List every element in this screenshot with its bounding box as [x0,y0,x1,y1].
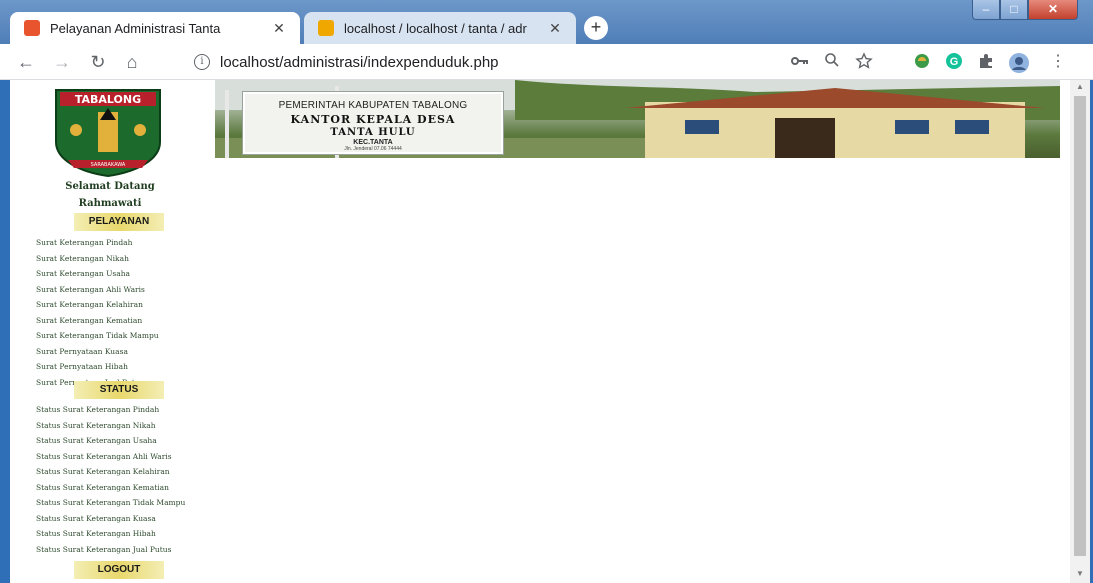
bookmark-star-icon[interactable] [854,52,874,72]
menu-link-usaha[interactable]: Surat Keterangan Usaha [36,266,159,282]
status-link-kuasa[interactable]: Status Surat Keterangan Kuasa [36,511,185,527]
phpmyadmin-favicon-icon [318,20,334,36]
menu-link-pindah[interactable]: Surat Keterangan Pindah [36,235,159,251]
tab-favicon-icon [24,20,40,36]
info-icon[interactable]: i [194,54,210,70]
sign-line-1: PEMERINTAH KABUPATEN TABALONG [278,100,468,111]
address-bar[interactable]: i localhost/administrasi/indexpenduduk.p… [182,49,742,75]
status-link-usaha[interactable]: Status Surat Keterangan Usaha [36,433,185,449]
menu-link-ahli-waris[interactable]: Surat Keterangan Ahli Waris [36,282,159,298]
new-tab-button[interactable]: + [584,16,608,40]
menu-icon[interactable]: ⋮ [1048,52,1068,72]
svg-text:SARABAKAWA: SARABAKAWA [91,162,126,168]
status-link-tidak-mampu[interactable]: Status Surat Keterangan Tidak Mampu [36,495,185,511]
status-link-kelahiran[interactable]: Status Surat Keterangan Kelahiran [36,464,185,480]
status-link-hibah[interactable]: Status Surat Keterangan Hibah [36,526,185,542]
url-text[interactable]: localhost/administrasi/indexpenduduk.php [220,54,499,71]
status-link-jual-putus[interactable]: Status Surat Keterangan Jual Putus [36,542,185,558]
sign-line-4: KEC.TANTA [353,139,393,146]
username: Rahmawati [78,198,142,209]
extension-icon[interactable] [912,52,932,72]
forward-button[interactable]: → [50,50,74,74]
back-button[interactable]: ← [14,50,38,74]
profile-avatar[interactable] [1008,52,1029,73]
menu-link-hibah[interactable]: Surat Pernyataan Hibah [36,359,159,375]
sign-line-3: TANTA HULU [330,127,416,138]
tab-label: Pelayanan Administrasi Tanta [50,20,221,36]
pelayanan-header: PELAYANAN [74,213,164,231]
scroll-up-icon[interactable]: ▲ [1070,80,1090,94]
status-link-ahli-waris[interactable]: Status Surat Keterangan Ahli Waris [36,449,185,465]
greeting-text: Selamat Datang [65,181,155,192]
status-menu: Status Surat Keterangan Pindah Status Su… [36,402,185,557]
logout-button[interactable]: LOGOUT [74,561,164,579]
pelayanan-menu: Surat Keterangan Pindah Surat Keterangan… [36,235,159,390]
svg-text:G: G [950,56,959,68]
scrollbar-thumb[interactable] [1074,96,1086,556]
scroll-down-icon[interactable]: ▼ [1070,567,1090,581]
tab-close-icon[interactable]: ✕ [270,20,288,37]
banner-photo: PEMERINTAH KABUPATEN TABALONG KANTOR KEP… [215,80,1060,158]
tabalong-logo: TABALONG SARABAKAWA [48,86,168,178]
menu-link-nikah[interactable]: Surat Keterangan Nikah [36,251,159,267]
sign-line-5: Jln. Jenderal 07.06 74444 [344,146,402,152]
browser-toolbar: ← → ↻ ⌂ i localhost/administrasi/indexpe… [0,44,1093,80]
status-header: STATUS [74,381,164,399]
maximize-button[interactable]: □ [1000,0,1028,20]
reload-button[interactable]: ↻ [86,50,110,74]
minimize-button[interactable]: – [972,0,1000,20]
zoom-icon[interactable] [822,52,842,72]
greeting: Selamat Datang Rahmawati [55,178,165,212]
home-button[interactable]: ⌂ [120,50,144,74]
key-icon[interactable] [790,52,810,72]
menu-link-kuasa[interactable]: Surat Pernyataan Kuasa [36,344,159,360]
close-window-button[interactable]: ✕ [1028,0,1078,20]
status-link-kematian[interactable]: Status Surat Keterangan Kematian [36,480,185,496]
menu-link-tidak-mampu[interactable]: Surat Keterangan Tidak Mampu [36,328,159,344]
page-scrollbar[interactable]: ▲ ▼ [1070,80,1090,583]
tab-label: localhost / localhost / tanta / adr [344,20,527,36]
tab-close-icon[interactable]: ✕ [546,20,564,37]
sign-line-2: KANTOR KEPALA DESA [290,113,456,126]
puzzle-icon[interactable] [976,52,996,72]
menu-link-kematian[interactable]: Surat Keterangan Kematian [36,313,159,329]
office-signboard: PEMERINTAH KABUPATEN TABALONG KANTOR KEP… [243,92,503,154]
status-link-pindah[interactable]: Status Surat Keterangan Pindah [36,402,185,418]
page-viewport: TABALONG SARABAKAWA PEMERINTAH KABUPATEN… [10,80,1070,583]
browser-titlebar: Pelayanan Administrasi Tanta ✕ localhost… [0,0,1093,44]
grammarly-icon[interactable]: G [944,52,964,72]
menu-link-kelahiran[interactable]: Surat Keterangan Kelahiran [36,297,159,313]
tab-phpmyadmin[interactable]: localhost / localhost / tanta / adr ✕ [304,12,576,44]
status-link-nikah[interactable]: Status Surat Keterangan Nikah [36,418,185,434]
tab-pelayanan[interactable]: Pelayanan Administrasi Tanta ✕ [10,12,300,44]
svg-text:TABALONG: TABALONG [75,93,141,106]
